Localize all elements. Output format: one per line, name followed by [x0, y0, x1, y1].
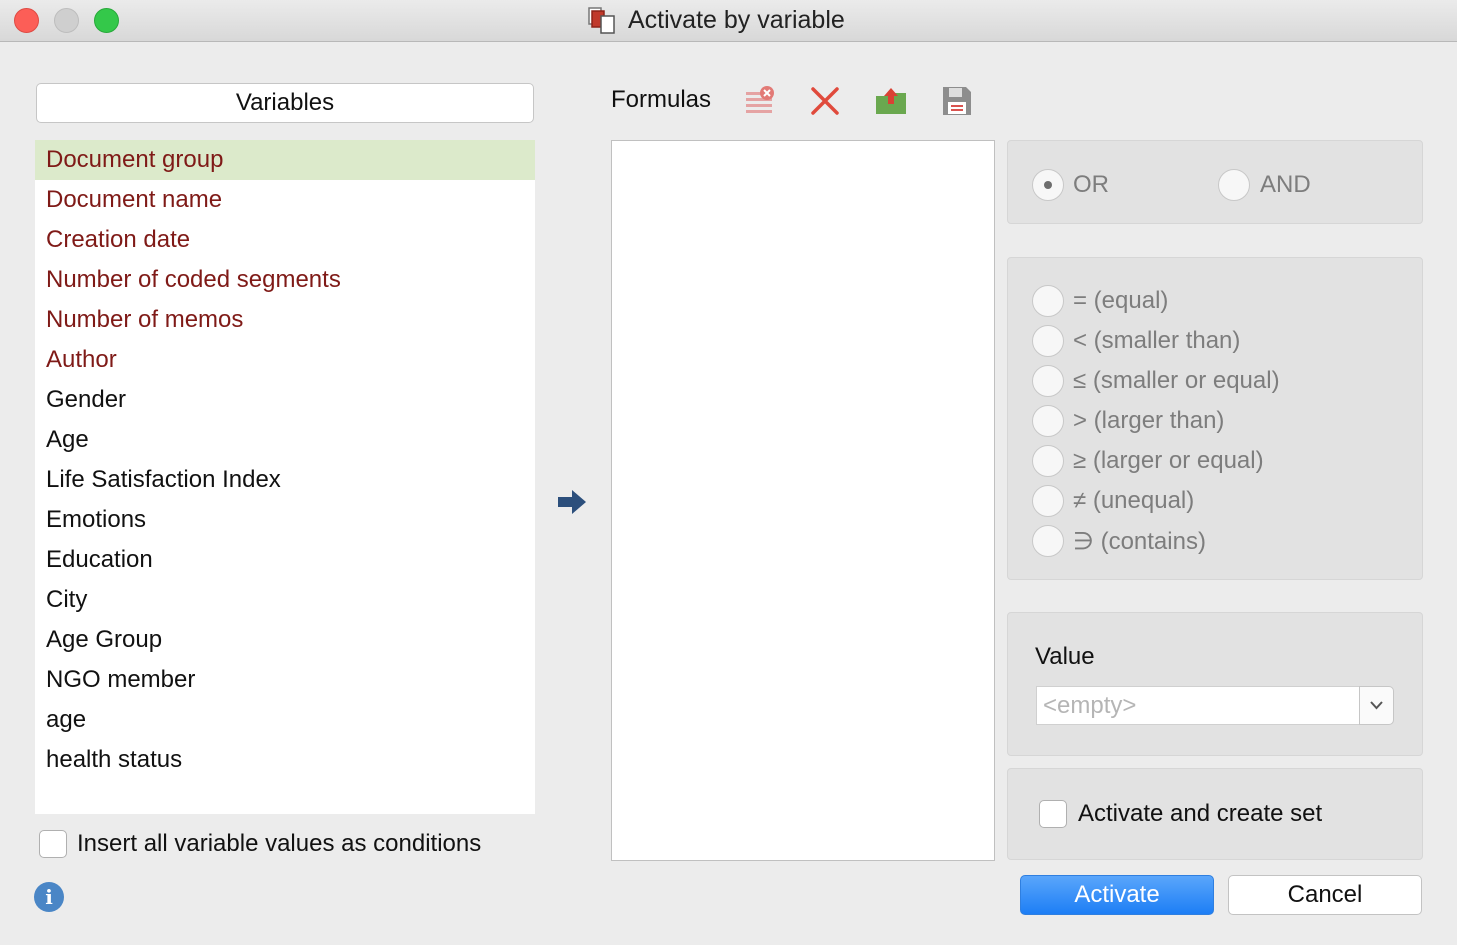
value-dropdown-button[interactable] [1359, 686, 1394, 725]
insert-all-values-label: Insert all variable values as conditions [77, 830, 482, 857]
variable-item[interactable]: Gender [35, 380, 535, 420]
operator-label-unequal: ≠ (unequal) [1073, 487, 1195, 514]
add-to-formula-arrow-icon[interactable] [556, 488, 588, 516]
operator-label-larger-than: > (larger than) [1073, 407, 1225, 434]
save-disk-icon[interactable] [940, 84, 974, 118]
variable-item[interactable]: Life Satisfaction Index [35, 460, 535, 500]
info-icon[interactable]: i [34, 882, 64, 912]
operator-radio-unequal[interactable] [1032, 485, 1064, 517]
operator-radio-smaller-or-equal[interactable] [1032, 365, 1064, 397]
variable-item[interactable]: Age Group [35, 620, 535, 660]
operator-radio-contains[interactable] [1032, 525, 1064, 557]
variable-item[interactable]: age [35, 700, 535, 740]
variable-item[interactable]: Age [35, 420, 535, 460]
variable-item[interactable]: NGO member [35, 660, 535, 700]
formula-list[interactable] [611, 140, 995, 861]
activate-documents-icon [588, 7, 615, 34]
and-label: AND [1260, 171, 1311, 198]
clear-list-icon[interactable] [743, 84, 777, 118]
or-label: OR [1073, 171, 1109, 198]
variable-item[interactable]: health status [35, 740, 535, 780]
variable-item[interactable]: Number of coded segments [35, 260, 535, 300]
chevron-down-icon [1370, 701, 1383, 710]
variable-item[interactable]: Emotions [35, 500, 535, 540]
minimize-window-button[interactable] [54, 8, 79, 33]
activate-create-set-checkbox[interactable] [1039, 800, 1067, 828]
activate-create-set-label: Activate and create set [1078, 800, 1323, 827]
variable-item[interactable]: Document group [35, 140, 535, 180]
operator-radio-equal[interactable] [1032, 285, 1064, 317]
insert-all-values-checkbox[interactable] [39, 830, 67, 858]
variable-item[interactable]: City [35, 580, 535, 620]
value-label: Value [1035, 643, 1095, 670]
operator-label-larger-or-equal: ≥ (larger or equal) [1073, 447, 1264, 474]
logic-panel [1007, 140, 1423, 224]
maximize-window-button[interactable] [94, 8, 119, 33]
operator-radio-larger-or-equal[interactable] [1032, 445, 1064, 477]
formulas-label: Formulas [611, 86, 712, 113]
value-panel [1007, 612, 1423, 756]
and-radio[interactable] [1218, 169, 1250, 201]
variable-item[interactable]: Document name [35, 180, 535, 220]
activate-button[interactable]: Activate [1020, 875, 1214, 915]
delete-icon[interactable] [808, 84, 842, 118]
close-window-button[interactable] [14, 8, 39, 33]
variable-item[interactable]: Creation date [35, 220, 535, 260]
or-radio[interactable] [1032, 169, 1064, 201]
operator-label-smaller-or-equal: ≤ (smaller or equal) [1073, 367, 1280, 394]
window-title: Activate by variable [628, 6, 845, 34]
operator-label-contains: ∋ (contains) [1073, 528, 1206, 555]
cancel-button[interactable]: Cancel [1228, 875, 1422, 915]
value-input[interactable]: <empty> [1036, 686, 1360, 725]
operator-radio-smaller-than[interactable] [1032, 325, 1064, 357]
operator-label-smaller-than: < (smaller than) [1073, 327, 1241, 354]
variable-item[interactable]: Number of memos [35, 300, 535, 340]
operator-radio-larger-than[interactable] [1032, 405, 1064, 437]
title-bar: Activate by variable [0, 0, 1457, 42]
variable-item[interactable]: Education [35, 540, 535, 580]
variables-list[interactable]: Document group Document name Creation date… [35, 140, 535, 814]
open-folder-icon[interactable] [874, 84, 908, 118]
operator-label-equal: = (equal) [1073, 287, 1169, 314]
variable-item[interactable]: Author [35, 340, 535, 380]
variables-column-header[interactable]: Variables [36, 83, 534, 123]
